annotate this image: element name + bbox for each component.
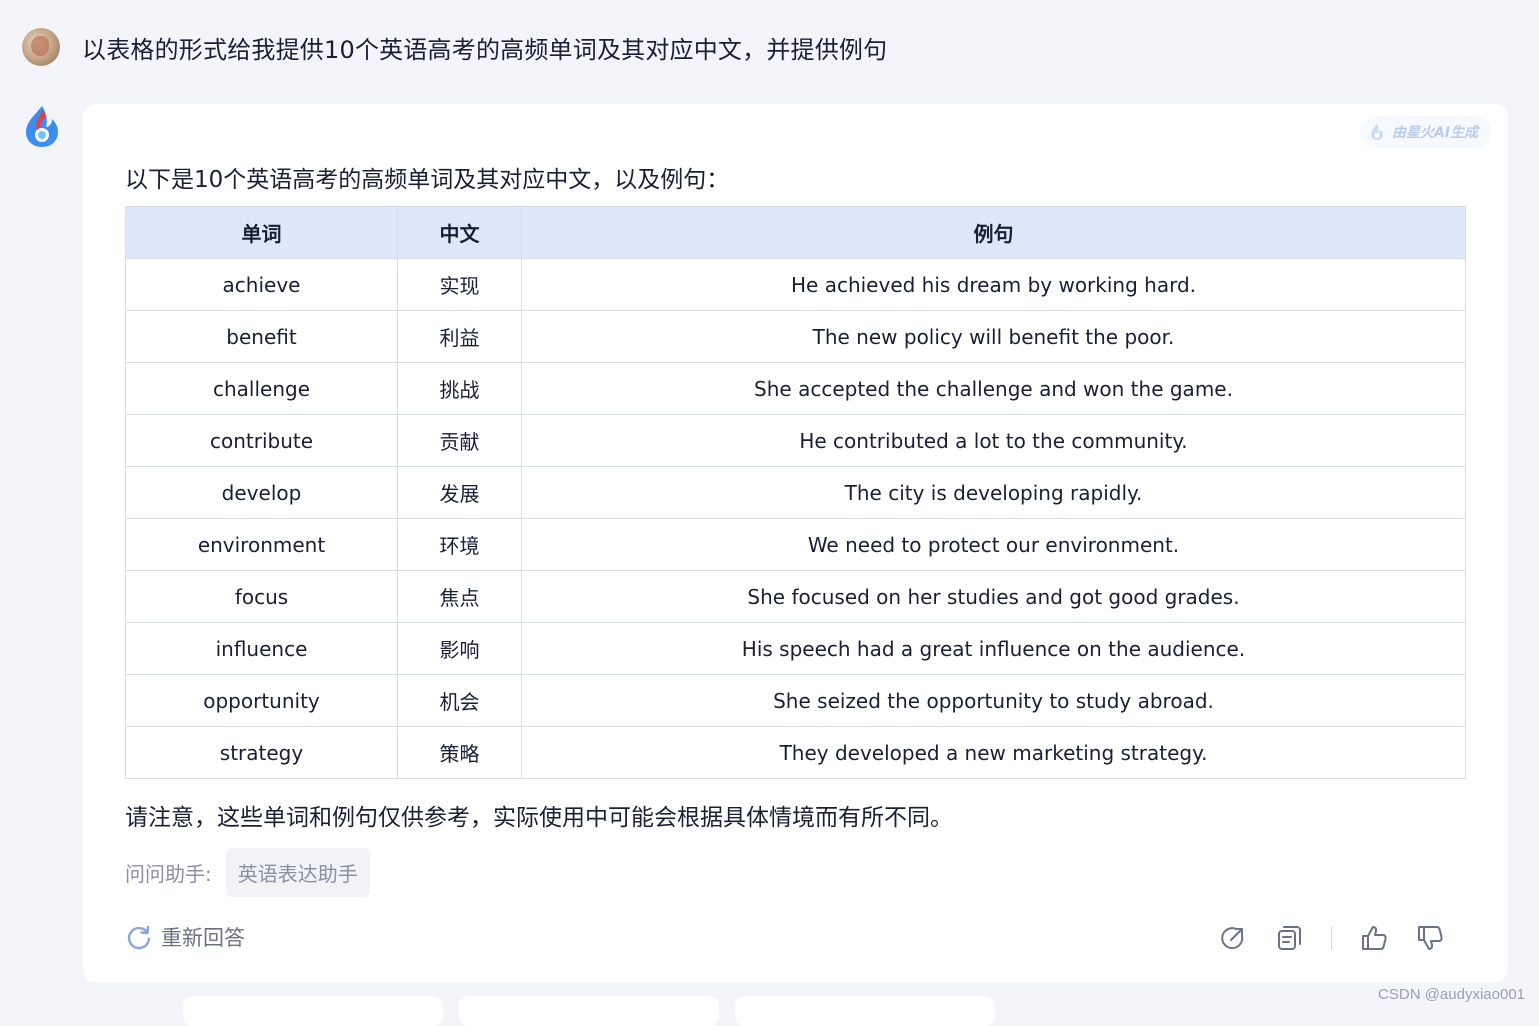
example-cell: The city is developing rapidly. xyxy=(521,466,1466,519)
table-row: focus 焦点 She focused on her studies and … xyxy=(125,570,1466,623)
example-cell: His speech had a great influence on the … xyxy=(521,622,1466,675)
header-example: 例句 xyxy=(521,206,1466,259)
ai-generated-badge: 由星火AI生成 xyxy=(1359,116,1492,148)
word-cell: influence xyxy=(125,622,398,675)
header-word: 单词 xyxy=(125,206,398,259)
example-cell: She seized the opportunity to study abro… xyxy=(521,674,1466,727)
example-cell: The new policy will benefit the poor. xyxy=(521,310,1466,363)
table-row: challenge 挑战 She accepted the challenge … xyxy=(125,362,1466,415)
spark-small-icon xyxy=(1370,124,1383,140)
chinese-cell: 环境 xyxy=(397,518,522,571)
table-row: opportunity 机会 She seized the opportunit… xyxy=(125,674,1466,727)
vocabulary-table: 单词 中文 例句 achieve 实现 He achieved his drea… xyxy=(125,206,1466,779)
ask-assistant-row: 问问助手: 英语表达助手 xyxy=(125,848,370,897)
chinese-cell: 实现 xyxy=(397,258,522,311)
chinese-cell: 挑战 xyxy=(397,362,522,415)
table-row: environment 环境 We need to protect our en… xyxy=(125,518,1466,571)
english-assistant-chip[interactable]: 英语表达助手 xyxy=(225,848,370,897)
table-row: strategy 策略 They developed a new marketi… xyxy=(125,726,1466,779)
chinese-cell: 利益 xyxy=(397,310,522,363)
word-cell: achieve xyxy=(125,258,398,311)
table-row: benefit 利益 The new policy will benefit t… xyxy=(125,310,1466,363)
example-cell: He achieved his dream by working hard. xyxy=(521,258,1466,311)
example-cell: We need to protect our environment. xyxy=(521,518,1466,571)
chinese-cell: 贡献 xyxy=(397,414,522,467)
chinese-cell: 焦点 xyxy=(397,570,522,623)
copy-icon[interactable] xyxy=(1273,922,1305,954)
word-cell: opportunity xyxy=(125,674,398,727)
thumbs-down-icon[interactable] xyxy=(1414,922,1446,954)
chinese-cell: 策略 xyxy=(397,726,522,779)
suggestion-chip[interactable] xyxy=(735,996,995,1026)
table-row: influence 影响 His speech had a great infl… xyxy=(125,622,1466,675)
ask-assistant-label: 问问助手: xyxy=(125,862,212,886)
word-cell: strategy xyxy=(125,726,398,779)
example-cell: They developed a new marketing strategy. xyxy=(521,726,1466,779)
user-avatar[interactable] xyxy=(22,28,60,66)
answer-actions xyxy=(1217,922,1446,954)
user-question-text: 以表格的形式给我提供10个英语高考的高频单词及其对应中文，并提供例句 xyxy=(82,35,888,64)
word-cell: challenge xyxy=(125,362,398,415)
word-cell: benefit xyxy=(125,310,398,363)
table-header-row: 单词 中文 例句 xyxy=(125,206,1466,259)
word-cell: develop xyxy=(125,466,398,519)
chinese-cell: 发展 xyxy=(397,466,522,519)
suggestion-chips xyxy=(183,996,1011,1026)
table-row: develop 发展 The city is developing rapidl… xyxy=(125,466,1466,519)
word-cell: environment xyxy=(125,518,398,571)
chinese-cell: 影响 xyxy=(397,622,522,675)
actions-divider xyxy=(1331,926,1332,950)
csdn-watermark: CSDN @audyxiao001 xyxy=(1378,986,1525,1003)
answer-card: 由星火AI生成 以下是10个英语高考的高频单词及其对应中文，以及例句： 单词 中… xyxy=(83,104,1508,983)
example-cell: She focused on her studies and got good … xyxy=(521,570,1466,623)
ai-badge-label: 由星火AI生成 xyxy=(1391,125,1478,141)
answer-note: 请注意，这些单词和例句仅供参考，实际使用中可能会根据具体情境而有所不同。 xyxy=(125,805,953,831)
table-row: achieve 实现 He achieved his dream by work… xyxy=(125,258,1466,311)
spark-logo-icon xyxy=(22,104,62,148)
suggestion-chip[interactable] xyxy=(183,996,443,1026)
share-icon[interactable] xyxy=(1217,922,1249,954)
regenerate-label: 重新回答 xyxy=(161,926,245,950)
thumbs-up-icon[interactable] xyxy=(1358,922,1390,954)
example-cell: She accepted the challenge and won the g… xyxy=(521,362,1466,415)
example-cell: He contributed a lot to the community. xyxy=(521,414,1466,467)
table-row: contribute 贡献 He contributed a lot to th… xyxy=(125,414,1466,467)
refresh-icon xyxy=(127,925,151,950)
word-cell: contribute xyxy=(125,414,398,467)
answer-intro: 以下是10个英语高考的高频单词及其对应中文，以及例句： xyxy=(125,167,730,193)
user-message: 以表格的形式给我提供10个英语高考的高频单词及其对应中文，并提供例句 xyxy=(22,28,887,66)
regenerate-button[interactable]: 重新回答 xyxy=(125,922,245,952)
chinese-cell: 机会 xyxy=(397,674,522,727)
word-cell: focus xyxy=(125,570,398,623)
header-chinese: 中文 xyxy=(397,206,522,259)
suggestion-chip[interactable] xyxy=(459,996,719,1026)
